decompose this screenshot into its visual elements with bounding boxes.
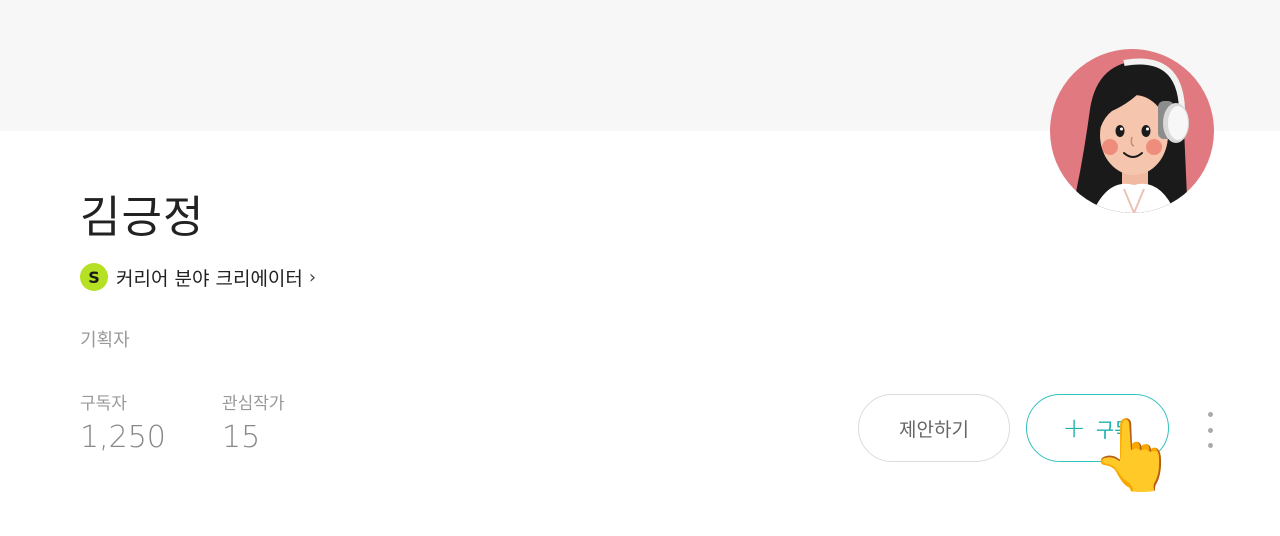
plus-icon: + bbox=[1062, 411, 1086, 444]
more-vertical-icon[interactable] bbox=[1196, 412, 1224, 448]
creator-badge-icon: S bbox=[80, 263, 108, 291]
avatar-illustration bbox=[1050, 49, 1214, 213]
subscribe-button[interactable]: + 구독 bbox=[1026, 394, 1169, 462]
interest-author-stat[interactable]: 관심작가 15 bbox=[222, 392, 285, 458]
more-dot bbox=[1207, 443, 1213, 448]
profile-job: 기획자 bbox=[80, 330, 130, 351]
creator-category-link[interactable]: S 커리어 분야 크리에이터 › bbox=[80, 262, 316, 292]
interest-author-count: 15 bbox=[222, 420, 261, 455]
profile-name: 김긍정 bbox=[80, 192, 205, 243]
more-dot bbox=[1207, 427, 1213, 433]
subscriber-count: 1,250 bbox=[80, 420, 166, 455]
chevron-right-icon: › bbox=[308, 266, 317, 288]
subscriber-label: 구독자 bbox=[80, 394, 127, 414]
subscriber-stat[interactable]: 구독자 1,250 bbox=[80, 392, 166, 458]
profile-avatar[interactable] bbox=[1050, 49, 1214, 213]
suggest-button[interactable]: 제안하기 bbox=[858, 394, 1010, 462]
interest-author-label: 관심작가 bbox=[222, 394, 285, 414]
subscribe-label: 구독 bbox=[1095, 417, 1133, 442]
creator-category-label: 커리어 분야 크리에이터 bbox=[116, 267, 303, 290]
more-dot bbox=[1207, 412, 1213, 417]
